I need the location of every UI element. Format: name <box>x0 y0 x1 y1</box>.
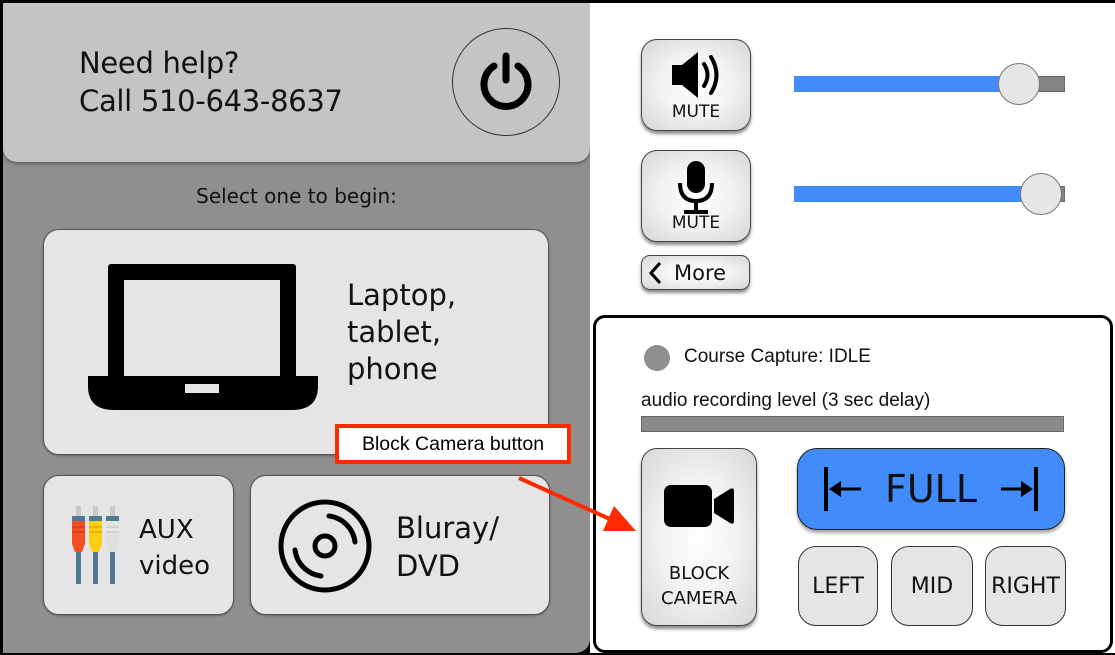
label-line: BLOCK <box>668 563 730 584</box>
label-line: tablet, <box>347 315 442 349</box>
laptop-icon <box>88 264 318 410</box>
microphone-mute-button[interactable]: MUTE <box>641 150 751 242</box>
block-camera-button[interactable]: BLOCK CAMERA <box>641 448 757 626</box>
label-line: CAMERA <box>661 588 737 609</box>
recording-level-meter <box>641 416 1064 432</box>
source-bluray-button[interactable]: Bluray/ DVD <box>250 475 550 615</box>
capture-status-text: Course Capture: IDLE <box>684 346 871 367</box>
help-phone: Call 510-643-8637 <box>79 84 343 118</box>
help-text: Need help? Call 510-643-8637 <box>79 44 343 120</box>
audio-control-area: MUTE MUTE More Course Capture: IDLE audi… <box>590 3 1115 653</box>
camera-right-button[interactable]: RIGHT <box>985 546 1066 626</box>
source-bluray-label: Bluray/ DVD <box>396 509 499 585</box>
microphone-mute-label: MUTE <box>671 213 721 233</box>
source-laptop-label: Laptop, tablet, phone <box>347 277 456 388</box>
volume-mute-label: MUTE <box>671 102 721 122</box>
recording-level-label: audio recording level (3 sec delay) <box>641 390 931 411</box>
power-icon <box>480 52 532 110</box>
slider-knob[interactable] <box>1019 173 1062 215</box>
volume-slider[interactable] <box>794 63 1065 105</box>
speaker-icon <box>672 52 719 98</box>
arrow-to-right-bar-icon <box>1001 467 1038 511</box>
more-button[interactable]: More <box>641 255 750 290</box>
chevron-left-icon <box>648 261 662 284</box>
block-camera-label: BLOCK CAMERA <box>642 561 756 611</box>
course-capture-panel: Course Capture: IDLE audio recording lev… <box>593 315 1113 653</box>
source-laptop-button[interactable]: Laptop, tablet, phone <box>43 229 549 455</box>
label-line: Bluray/ <box>396 511 499 545</box>
microphone-icon <box>678 161 714 214</box>
slider-fill <box>794 186 1041 202</box>
label-line: DVD <box>396 549 460 583</box>
camera-left-button[interactable]: LEFT <box>798 546 878 626</box>
help-header: Need help? Call 510-643-8637 <box>3 3 590 162</box>
label-line: AUX <box>139 515 194 545</box>
capture-status-indicator <box>644 345 670 371</box>
rca-cable-icon <box>72 506 119 584</box>
volume-mute-button[interactable]: MUTE <box>641 39 751 131</box>
annotation-label: Block Camera button <box>335 424 571 464</box>
power-button[interactable] <box>452 28 560 136</box>
help-line-1: Need help? <box>79 46 240 80</box>
microphone-slider[interactable] <box>794 173 1065 215</box>
camera-full-button[interactable]: FULL <box>797 448 1065 530</box>
touch-panel-screen: Need help? Call 510-643-8637 Select one … <box>0 0 1115 655</box>
source-aux-button[interactable]: AUX video <box>43 475 234 615</box>
label-line: video <box>139 551 211 581</box>
label-line: phone <box>347 352 438 386</box>
more-label: More <box>674 260 727 285</box>
video-camera-icon <box>664 485 734 527</box>
slider-fill <box>794 76 1019 92</box>
select-prompt: Select one to begin: <box>196 184 397 208</box>
camera-mid-button[interactable]: MID <box>891 546 973 626</box>
source-selection-panel: Need help? Call 510-643-8637 Select one … <box>3 3 590 653</box>
source-aux-label: AUX video <box>139 512 210 584</box>
arrow-to-left-bar-icon <box>823 467 861 511</box>
label-line: Laptop, <box>347 278 457 312</box>
full-label: FULL <box>884 467 977 511</box>
slider-knob[interactable] <box>997 63 1040 105</box>
disc-icon <box>278 499 372 593</box>
